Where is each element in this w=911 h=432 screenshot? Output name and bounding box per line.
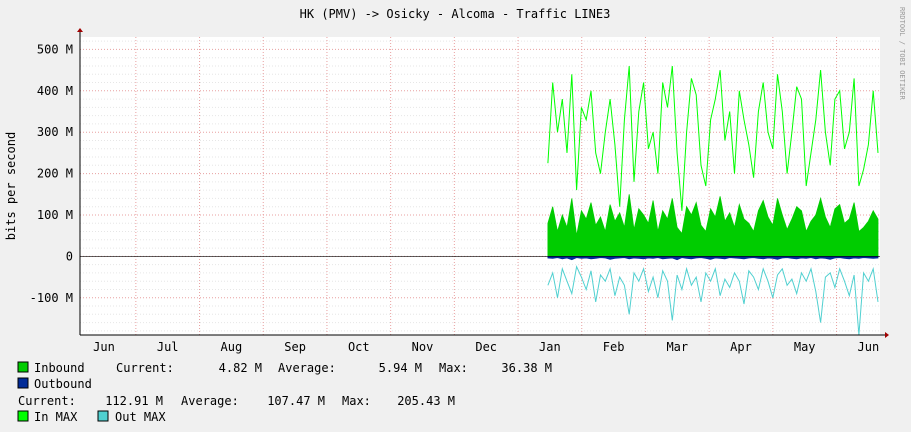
legend-outbound-current-value: 112.91 M bbox=[105, 394, 163, 408]
legend-swatch-outbound bbox=[17, 377, 29, 389]
y-tick-label: 400 M bbox=[37, 84, 73, 98]
y-tick-label: 500 M bbox=[37, 42, 73, 56]
legend-inbound-max-label: Max: bbox=[439, 361, 468, 375]
y-tick-label: 200 M bbox=[37, 167, 73, 181]
traffic-chart: 500 M 400 M 300 M 200 M 100 M 0 -100 M Jun Jul A… bbox=[0, 0, 911, 432]
x-tick-label: Jun bbox=[858, 340, 880, 354]
legend-inbound-average-label: Average: bbox=[278, 361, 336, 375]
legend-swatch-inbound bbox=[17, 361, 29, 373]
legend-inbound-average-value: 5.94 M bbox=[379, 361, 422, 375]
legend-swatch-outmax bbox=[97, 410, 109, 422]
legend-swatch-inmax bbox=[17, 410, 29, 422]
y-tick-label: 100 M bbox=[37, 208, 73, 222]
y-axis-label: bits per second bbox=[4, 132, 18, 240]
x-tick-label: Apr bbox=[730, 340, 752, 354]
x-tick-label: Nov bbox=[412, 340, 434, 354]
y-tick-label: 0 bbox=[66, 249, 73, 263]
y-tick-label: -100 M bbox=[30, 291, 73, 305]
legend-inbound-max-value: 36.38 M bbox=[501, 361, 552, 375]
x-tick-label: Mar bbox=[666, 340, 688, 354]
x-tick-label: Oct bbox=[348, 340, 370, 354]
legend-inmax-label: In MAX bbox=[34, 410, 78, 424]
x-tick-label: Feb bbox=[603, 340, 625, 354]
legend-outbound-max-value: 205.43 M bbox=[397, 394, 455, 408]
legend-inbound-current-label: Current: bbox=[116, 361, 174, 375]
legend-outbound-average-label: Average: bbox=[181, 394, 239, 408]
legend-outmax-label: Out MAX bbox=[115, 410, 166, 424]
x-tick-label: May bbox=[794, 340, 816, 354]
legend-outbound-label: Outbound bbox=[34, 377, 92, 391]
legend-outbound-current-label: Current: bbox=[18, 394, 76, 408]
y-tick-label: 300 M bbox=[37, 125, 73, 139]
x-tick-label: Jun bbox=[93, 340, 115, 354]
x-tick-label: Aug bbox=[221, 340, 243, 354]
rrdtool-watermark: RRDTOOL / TOBI OETIKER bbox=[898, 7, 906, 101]
x-tick-label: Dec bbox=[475, 340, 497, 354]
chart-title: HK (PMV) -> Osicky - Alcoma - Traffic LI… bbox=[300, 7, 611, 21]
legend-inbound-label: Inbound bbox=[34, 361, 85, 375]
x-tick-label: Jan bbox=[539, 340, 561, 354]
legend-inbound-current-value: 4.82 M bbox=[219, 361, 262, 375]
x-tick-label: Sep bbox=[284, 340, 306, 354]
legend-outbound-average-value: 107.47 M bbox=[267, 394, 325, 408]
x-tick-label: Jul bbox=[157, 340, 179, 354]
plot-area bbox=[80, 37, 880, 335]
legend-outbound-max-label: Max: bbox=[342, 394, 371, 408]
